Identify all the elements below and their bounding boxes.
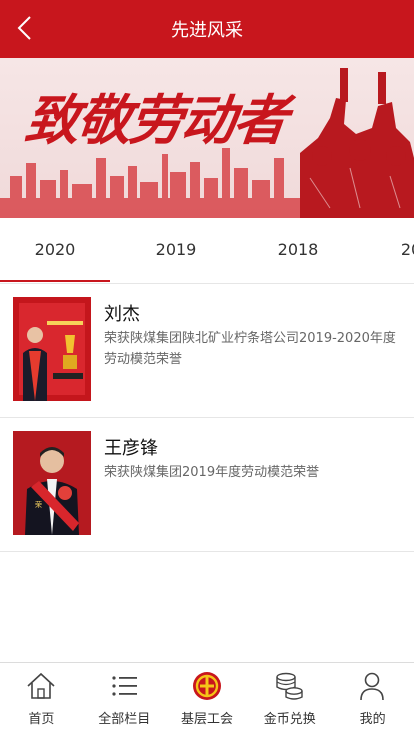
nav-all-columns-label: 全部栏目 (98, 712, 151, 727)
nav-all-columns[interactable]: 全部栏目 (83, 663, 166, 736)
nav-home[interactable]: 首页 (0, 663, 83, 736)
bottom-navigation: 首页 全部栏目 基层工会 金币兑换 我的 (0, 662, 414, 736)
nav-grassroots-union[interactable]: 基层工会 (166, 663, 249, 736)
svg-text:荣: 荣 (35, 500, 42, 509)
nav-grassroots-union-label: 基层工会 (180, 712, 233, 727)
nav-coin-exchange-label: 金币兑换 (263, 712, 316, 727)
tab-2018[interactable]: 2018 (243, 240, 353, 259)
honoree-photo (13, 297, 91, 401)
banner-slogan: 致敬劳动者 (22, 88, 289, 152)
banner-image: 致敬劳动者 (0, 58, 414, 218)
tab-2020[interactable]: 2020 (0, 240, 110, 259)
list-item[interactable]: 刘杰 荣获陕煤集团陕北矿业柠条塔公司2019-2020年度劳动模范荣誉 (0, 284, 414, 418)
active-tab-indicator (0, 280, 110, 282)
nav-home-label: 首页 (28, 712, 55, 727)
honoree-list: 刘杰 荣获陕煤集团陕北矿业柠条塔公司2019-2020年度劳动模范荣誉 荣 王彦… (0, 284, 414, 552)
home-icon (27, 672, 55, 699)
tab-next[interactable]: 20 (356, 240, 414, 259)
user-icon (360, 672, 384, 701)
union-emblem-icon (192, 672, 221, 700)
honoree-description: 荣获陕煤集团陕北矿业柠条塔公司2019-2020年度劳动模范荣誉 (104, 331, 396, 367)
list-item[interactable]: 荣 王彦锋 荣获陕煤集团2019年度劳动模范荣誉 (0, 418, 414, 552)
nav-coin-exchange[interactable]: 金币兑换 (248, 663, 331, 736)
honoree-name: 王彦锋 (104, 438, 158, 459)
honoree-photo: 荣 (13, 431, 91, 535)
honoree-description: 荣获陕煤集团2019年度劳动模范荣誉 (104, 465, 320, 480)
tab-2019[interactable]: 2019 (121, 240, 231, 259)
list-icon (112, 676, 137, 696)
nav-mine[interactable]: 我的 (331, 663, 414, 736)
top-bar: 先进风采 (0, 0, 414, 58)
year-tabs: 2020 2019 2018 20 (0, 218, 414, 284)
honoree-name: 刘杰 (104, 304, 140, 325)
coins-icon (276, 672, 304, 700)
page-title: 先进风采 (171, 20, 243, 41)
nav-mine-label: 我的 (359, 712, 386, 727)
